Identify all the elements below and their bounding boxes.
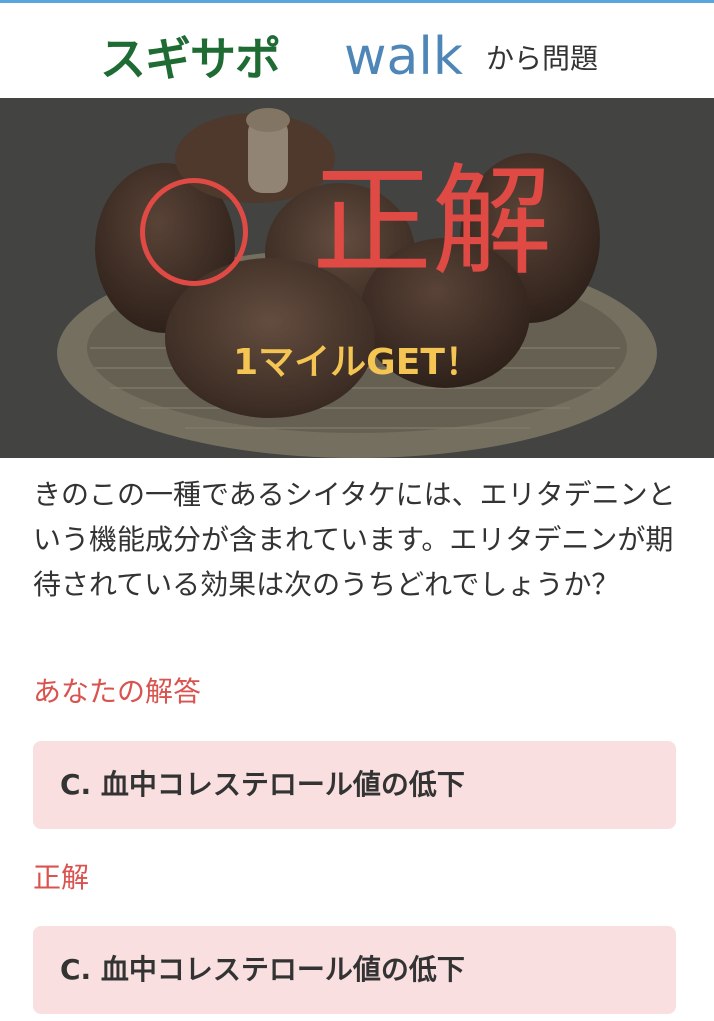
hero-image: 正解 1マイルGET！ [0, 98, 714, 458]
your-answer-box: C. 血中コレステロール値の低下 [33, 741, 676, 829]
app-logo: walk [344, 27, 463, 87]
question-text: きのこの一種であるシイタケには、エリタデニンという機能成分が含まれています。エリ… [33, 478, 676, 601]
correct-answer-box: C. 血中コレステロール値の低下 [33, 926, 676, 1014]
correct-answer-label: 正解 [33, 861, 90, 894]
header-suffix: から問題 [486, 42, 599, 75]
brand-logo: スギサポ [100, 32, 281, 86]
result-label: 正解 [312, 153, 552, 292]
your-answer-label: あなたの解答 [33, 675, 202, 708]
circle-outline-icon [140, 178, 248, 286]
header: スギサポ walk から問題 [0, 3, 714, 98]
your-answer-value: C. 血中コレステロール値の低下 [60, 768, 465, 801]
correct-answer-value: C. 血中コレステロール値の低下 [60, 953, 465, 986]
reward-text: 1マイルGET！ [233, 342, 481, 383]
